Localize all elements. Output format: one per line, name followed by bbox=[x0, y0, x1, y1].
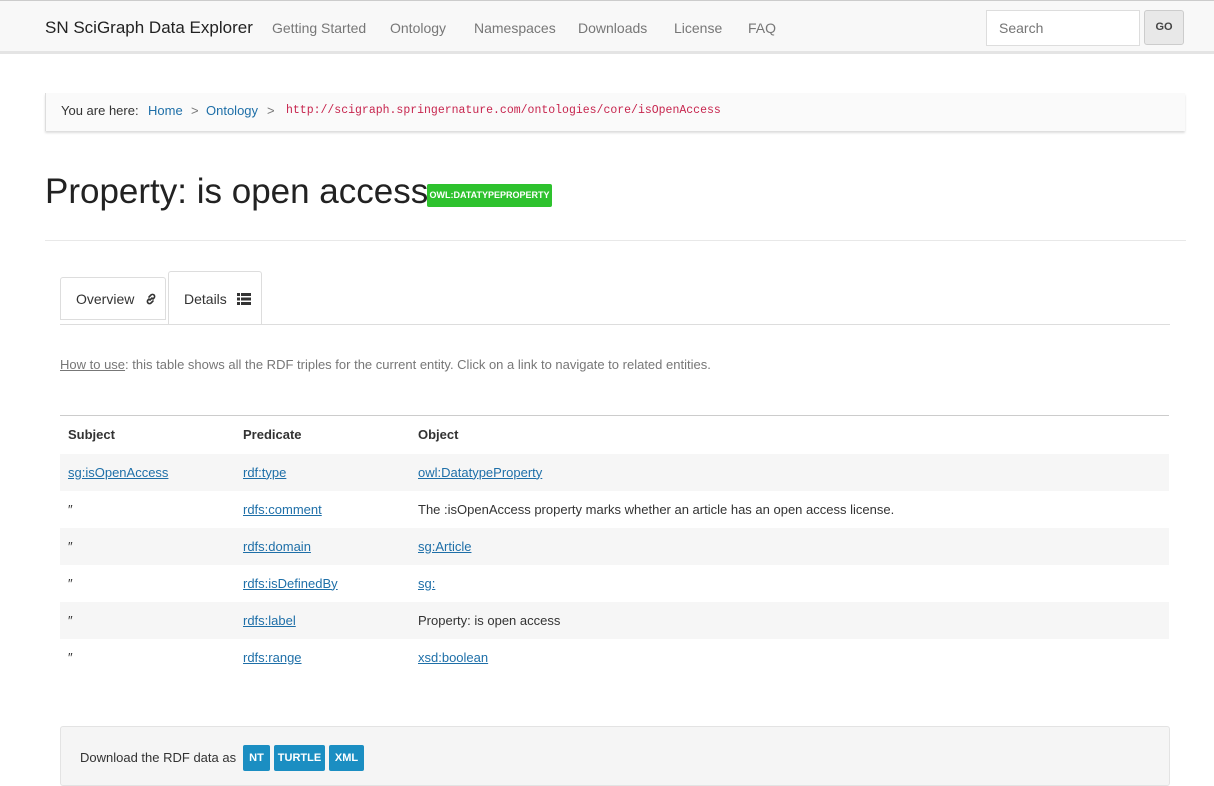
object-link[interactable]: sg:Article bbox=[418, 539, 471, 554]
triples-table: Subject Predicate Object sg:isOpenAccess… bbox=[60, 415, 1169, 676]
type-badge: OWL:DATATYPEPROPERTY bbox=[427, 184, 552, 207]
object-link[interactable]: owl:DatatypeProperty bbox=[418, 465, 542, 480]
table-header-predicate: Predicate bbox=[243, 427, 302, 443]
subject-link[interactable]: sg:isOpenAccess bbox=[68, 465, 168, 480]
breadcrumb-separator: > bbox=[191, 103, 199, 118]
search-input[interactable] bbox=[986, 10, 1140, 46]
predicate-link[interactable]: rdfs:domain bbox=[243, 539, 311, 554]
nav-faq[interactable]: FAQ bbox=[748, 20, 776, 36]
download-panel: Download the RDF data as NT TURTLE XML bbox=[60, 726, 1170, 786]
table-row: sg:isOpenAccess rdf:type owl:DatatypePro… bbox=[60, 453, 1169, 491]
table-header-object: Object bbox=[418, 427, 459, 443]
nav-ontology[interactable]: Ontology bbox=[390, 20, 446, 36]
nav-namespaces[interactable]: Namespaces bbox=[474, 20, 556, 36]
predicate-link[interactable]: rdfs:range bbox=[243, 650, 302, 665]
page-title: Property: is open access bbox=[45, 172, 429, 211]
tab-details-label: Details bbox=[184, 291, 227, 307]
download-turtle-button[interactable]: TURTLE bbox=[274, 745, 325, 771]
nav-license[interactable]: License bbox=[674, 20, 722, 36]
how-to-use-link[interactable]: How to use bbox=[60, 357, 125, 372]
breadcrumb-home-link[interactable]: Home bbox=[148, 103, 183, 118]
nav-downloads[interactable]: Downloads bbox=[578, 20, 647, 36]
breadcrumb-separator: > bbox=[267, 103, 275, 118]
tabs-underline bbox=[60, 324, 1170, 325]
predicate-link[interactable]: rdf:type bbox=[243, 465, 286, 480]
download-xml-button[interactable]: XML bbox=[329, 745, 364, 771]
table-row: ″ rdfs:isDefinedBy sg: bbox=[60, 565, 1169, 602]
table-row: ″ rdfs:label Property: is open access bbox=[60, 601, 1169, 639]
table-row: ″ rdfs:range xsd:boolean bbox=[60, 639, 1169, 676]
download-nt-button[interactable]: NT bbox=[243, 745, 270, 771]
object-link[interactable]: sg: bbox=[418, 576, 435, 591]
navbar: SN SciGraph Data Explorer Getting Starte… bbox=[0, 0, 1214, 54]
how-to-use: How to use: this table shows all the RDF… bbox=[60, 357, 711, 372]
predicate-link[interactable]: rdfs:label bbox=[243, 613, 296, 628]
breadcrumb-prefix: You are here: bbox=[61, 103, 139, 118]
object-link[interactable]: xsd:boolean bbox=[418, 650, 488, 665]
breadcrumb-current-uri: http://scigraph.springernature.com/ontol… bbox=[286, 104, 721, 117]
subject-ditto: ″ bbox=[68, 501, 73, 517]
divider bbox=[45, 240, 1186, 241]
predicate-link[interactable]: rdfs:isDefinedBy bbox=[243, 576, 338, 591]
breadcrumb: You are here: Home > Ontology > http://s… bbox=[45, 93, 1185, 131]
subject-ditto: ″ bbox=[68, 575, 73, 591]
subject-ditto: ″ bbox=[60, 601, 235, 639]
tab-overview[interactable]: Overview bbox=[60, 277, 166, 320]
subject-ditto: ″ bbox=[60, 527, 235, 565]
link-icon bbox=[144, 292, 158, 309]
list-icon bbox=[236, 292, 251, 308]
tab-overview-label: Overview bbox=[76, 291, 135, 307]
table-row: ″ rdfs:domain sg:Article bbox=[60, 527, 1169, 565]
subject-ditto: ″ bbox=[68, 649, 73, 665]
breadcrumb-ontology-link[interactable]: Ontology bbox=[206, 103, 258, 118]
predicate-link[interactable]: rdfs:comment bbox=[243, 502, 322, 517]
object-literal: The :isOpenAccess property marks whether… bbox=[418, 501, 895, 517]
brand-link[interactable]: SN SciGraph Data Explorer bbox=[45, 18, 253, 38]
table-header-subject: Subject bbox=[68, 427, 115, 443]
how-to-use-text: : this table shows all the RDF triples f… bbox=[125, 357, 711, 372]
go-button[interactable]: GO bbox=[1144, 10, 1184, 45]
table-row: ″ rdfs:comment The :isOpenAccess propert… bbox=[60, 491, 1169, 528]
download-label: Download the RDF data as bbox=[80, 750, 237, 765]
tab-details[interactable]: Details bbox=[168, 271, 262, 325]
object-literal: Property: is open access bbox=[410, 601, 1169, 639]
nav-getting-started[interactable]: Getting Started bbox=[272, 20, 366, 36]
